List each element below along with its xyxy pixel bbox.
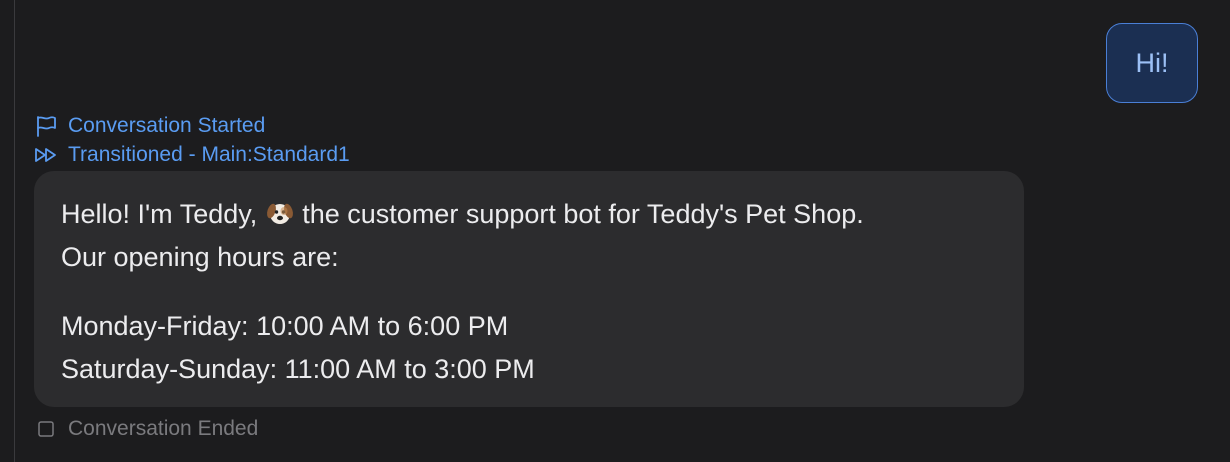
bot-message-bubble: Hello! I'm Teddy, the customer support b… xyxy=(34,171,1024,407)
bot-message-line: Saturday-Sunday: 11:00 AM to 3:00 PM xyxy=(61,354,535,384)
user-message-text: Hi! xyxy=(1135,47,1169,78)
bot-message-line: Hello! I'm Teddy, the customer support b… xyxy=(61,193,997,236)
event-transitioned: Transitioned - Main:Standard1 xyxy=(34,143,350,167)
bot-text: the customer support bot for Teddy's Pet… xyxy=(294,199,864,229)
square-icon xyxy=(34,418,58,440)
event-label: Conversation Ended xyxy=(68,417,259,440)
event-conversation-started: Conversation Started xyxy=(34,114,265,138)
bot-message-line: Monday-Friday: 10:00 AM to 6:00 PM xyxy=(61,311,509,341)
event-conversation-ended: Conversation Ended xyxy=(34,417,258,441)
user-message-bubble: Hi! xyxy=(1106,23,1198,103)
bot-message-line: Our opening hours are: xyxy=(61,242,339,272)
bot-text: Hello! I'm Teddy, xyxy=(61,199,265,229)
fast-forward-icon xyxy=(34,144,58,166)
event-label: Conversation Started xyxy=(68,114,266,137)
flag-icon xyxy=(34,115,58,137)
dog-face-icon xyxy=(265,198,295,228)
event-label: Transitioned - Main:Standard1 xyxy=(68,143,350,166)
